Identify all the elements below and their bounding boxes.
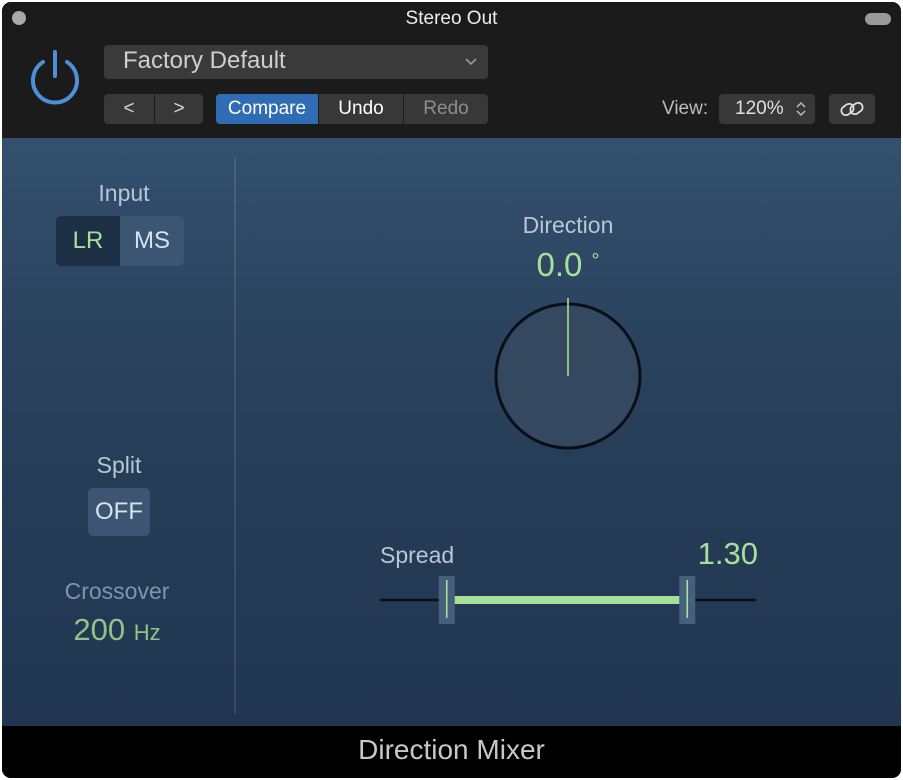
spread-slider[interactable] [380,574,756,628]
direction-label: Direction [522,212,614,238]
undo-button[interactable]: Undo [319,94,403,124]
zoom-stepper[interactable]: 120% [719,94,815,124]
input-label: Input [98,180,150,206]
split-label: Split [96,452,142,478]
plugin-header: Factory Default < > Compare Undo Redo Vi… [2,34,901,138]
split-toggle[interactable]: OFF [88,488,150,536]
view-label: View: [662,98,709,119]
zoom-value: 120% [735,98,784,119]
compare-button[interactable]: Compare [216,94,318,124]
window-control-pill[interactable] [865,13,891,25]
spread-handle-right[interactable] [679,576,696,624]
section-divider [234,158,236,714]
previous-preset-button[interactable]: < [104,94,154,124]
spread-label: Spread [380,542,455,568]
preset-dropdown[interactable]: Factory Default [104,45,488,79]
chevron-down-icon [465,58,477,66]
crossover-label: Crossover [64,578,170,604]
link-icon [840,101,864,117]
window-title: Stereo Out [405,8,498,29]
plugin-name: Direction Mixer [358,734,545,765]
crossover-value: 200 [73,612,126,647]
plugin-footer: Direction Mixer [2,726,901,778]
link-button[interactable] [829,94,875,124]
preset-name: Factory Default [123,47,286,74]
input-lr-button[interactable]: LR [56,216,120,266]
direction-value: 0.0 [536,246,583,283]
spread-value[interactable]: 1.30 [642,536,758,572]
input-ms-button[interactable]: MS [120,216,184,266]
up-down-arrows-icon [796,101,806,117]
spread-fill [446,596,688,604]
plugin-panel: Input LR MS Split OFF Crossover 200 Hz D… [2,138,901,726]
direction-unit: ° [591,250,600,272]
direction-value-field[interactable]: 0.0 ° [468,246,668,284]
spread-handle-left[interactable] [438,576,455,624]
crossover-unit: Hz [133,620,161,645]
crossover-value-field[interactable]: 200 Hz [42,612,192,648]
direction-knob[interactable] [492,294,644,454]
power-icon[interactable] [26,48,84,108]
redo-button[interactable]: Redo [404,94,488,124]
title-bar: Stereo Out [2,2,901,34]
plugin-window: Stereo Out Factory Default < > Compare U… [2,2,901,778]
next-preset-button[interactable]: > [155,94,203,124]
